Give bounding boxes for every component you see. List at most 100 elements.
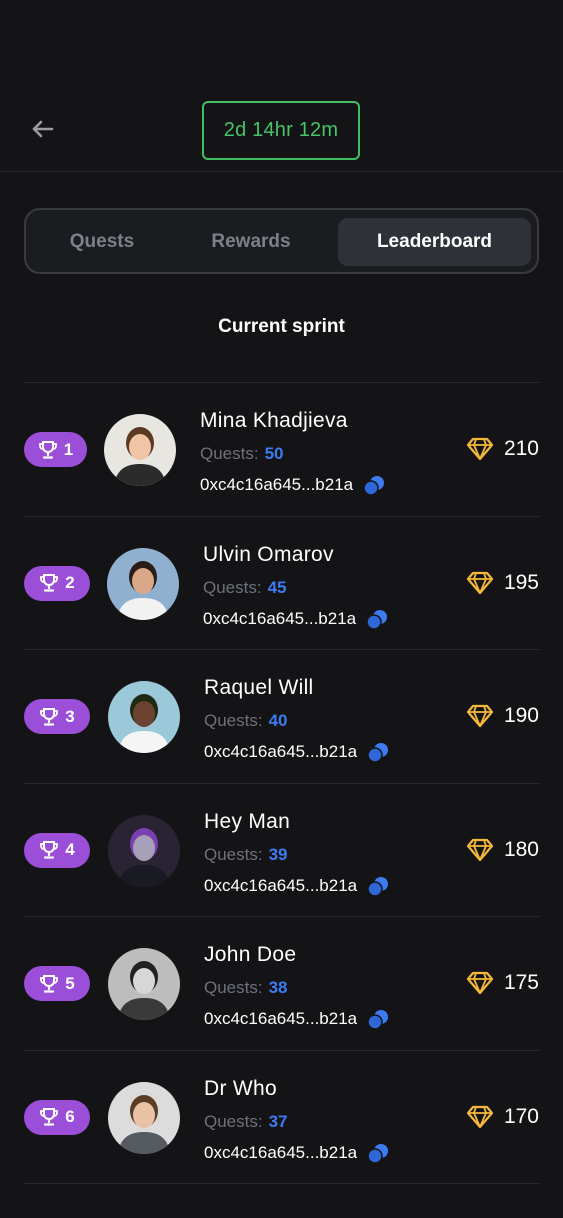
- score: 180: [466, 838, 539, 862]
- quests-label: Quests:: [204, 844, 263, 864]
- leaderboard-row[interactable]: 2 Ulvin Omarov Quests: 45 0xc4c16a645...b…: [24, 515, 539, 650]
- trophy-icon: [40, 1108, 59, 1127]
- top-bar: 2d 14hr 12m: [0, 0, 563, 172]
- token-icon[interactable]: [367, 1143, 389, 1163]
- trophy-icon: [40, 574, 59, 592]
- leaderboard-row[interactable]: 6 Dr Who Quests: 37 0xc4c16a645...b21a 1…: [24, 1049, 539, 1184]
- rank-number: 2: [65, 573, 75, 593]
- rank-number: 4: [65, 840, 75, 860]
- quests-count: Quests: 39: [204, 845, 288, 865]
- avatar: [107, 547, 179, 620]
- diamond-icon: [466, 437, 494, 461]
- quests-value: 39: [268, 844, 288, 864]
- back-button[interactable]: [28, 114, 56, 144]
- quests-value: 37: [268, 1111, 288, 1131]
- tab-bar: Quests Rewards Leaderboard: [24, 208, 539, 274]
- score-value: 175: [503, 971, 539, 995]
- quests-value: 45: [267, 577, 287, 597]
- token-icon[interactable]: [367, 742, 389, 763]
- score: 170: [466, 1105, 539, 1129]
- quests-label: Quests:: [204, 711, 263, 731]
- quests-value: 38: [268, 978, 288, 998]
- quests-label: Quests:: [203, 577, 262, 597]
- trophy-icon: [38, 440, 57, 459]
- wallet-address: 0xc4c16a645...b21a: [204, 876, 389, 896]
- score: 210: [466, 437, 539, 461]
- score: 190: [466, 704, 539, 728]
- wallet-text: 0xc4c16a645...b21a: [204, 1142, 358, 1162]
- avatar: [108, 681, 180, 754]
- quests-label: Quests:: [200, 444, 259, 463]
- wallet-address: 0xc4c16a645...b21a: [204, 742, 389, 763]
- wallet-text: 0xc4c16a645...b21a: [200, 475, 354, 494]
- wallet-address: 0xc4c16a645...b21a: [203, 609, 388, 629]
- player-name: Ulvin Omarov: [203, 542, 334, 566]
- diamond-icon: [466, 705, 494, 728]
- wallet-address: 0xc4c16a645...b21a: [200, 475, 385, 495]
- score-value: 210: [503, 437, 539, 460]
- avatar-image: [108, 1081, 180, 1154]
- token-icon[interactable]: [367, 1009, 389, 1030]
- rank-badge: 4: [24, 832, 90, 868]
- player-name: Mina Khadjieva: [200, 409, 348, 432]
- trophy-icon: [40, 707, 59, 726]
- quests-label: Quests:: [204, 1111, 263, 1131]
- avatar-image: [104, 414, 176, 486]
- avatar-image: [108, 948, 180, 1021]
- score-value: 170: [503, 1104, 539, 1128]
- wallet-text: 0xc4c16a645...b21a: [204, 742, 358, 762]
- rank-number: 3: [65, 706, 75, 726]
- avatar: [108, 814, 180, 887]
- token-icon[interactable]: [363, 475, 385, 495]
- avatar: [108, 948, 180, 1021]
- quests-count: Quests: 45: [203, 578, 287, 598]
- player-name: Hey Man: [204, 809, 291, 833]
- player-name: Raquel Will: [204, 676, 314, 700]
- diamond-icon: [466, 571, 494, 594]
- sprint-timer: 2d 14hr 12m: [202, 101, 360, 160]
- trophy-icon: [40, 974, 59, 993]
- score: 175: [466, 971, 539, 995]
- diamond-icon: [466, 972, 494, 995]
- leaderboard-row[interactable]: 3 Raquel Will Quests: 40 0xc4c16a645...b2…: [24, 649, 539, 783]
- trophy-icon: [40, 841, 59, 859]
- quests-count: Quests: 38: [204, 978, 288, 998]
- rank-number: 6: [65, 1107, 75, 1127]
- score-value: 190: [503, 704, 539, 728]
- wallet-address: 0xc4c16a645...b21a: [204, 1009, 389, 1030]
- quests-count: Quests: 40: [204, 711, 288, 731]
- leaderboard-row[interactable]: 5 John Doe Quests:38 0xc4c16a645...b21a: [24, 916, 539, 1050]
- avatar-image: [108, 814, 180, 887]
- avatar: [108, 1081, 180, 1154]
- score-value: 195: [503, 570, 539, 594]
- leaderboard-row[interactable]: 1 Mina Khadjieva Quests: 50 0xc4c16a645..…: [24, 382, 539, 516]
- quests-value: 50: [264, 444, 284, 463]
- score-value: 180: [503, 837, 539, 861]
- avatar: [104, 414, 176, 486]
- player-name: Dr Who: [204, 1076, 277, 1100]
- quests-value: 40: [268, 711, 288, 731]
- player-name: John Doe: [204, 943, 297, 967]
- rank-number: 1: [63, 439, 74, 459]
- section-title: Current sprint: [218, 316, 345, 337]
- rank-badge: 5: [24, 966, 90, 1002]
- rank-badge: 2: [24, 565, 90, 601]
- tab-leaderboard[interactable]: Leaderboard: [338, 218, 531, 266]
- diamond-icon: [466, 838, 494, 861]
- quests-count: Quests: 37: [204, 1112, 288, 1132]
- rank-number: 5: [65, 973, 75, 993]
- token-icon[interactable]: [366, 609, 388, 629]
- token-icon[interactable]: [367, 876, 389, 896]
- leaderboard-list: 1 Mina Khadjieva Quests: 50 0xc4c16a645..…: [24, 382, 539, 1184]
- quests-label: Quests:: [204, 978, 263, 998]
- wallet-text: 0xc4c16a645...b21a: [204, 875, 358, 895]
- leaderboard-row[interactable]: 4 Hey Man Quests:39 0xc4c16a645...b21a: [24, 782, 539, 917]
- tab-quests[interactable]: Quests: [32, 218, 172, 266]
- rank-badge: 3: [24, 699, 90, 735]
- tab-rewards[interactable]: Rewards: [176, 218, 326, 266]
- wallet-address: 0xc4c16a645...b21a: [204, 1143, 389, 1163]
- rank-badge: 1: [24, 432, 87, 467]
- quests-count: Quests: 50: [200, 444, 284, 464]
- diamond-icon: [466, 1105, 494, 1129]
- arrow-left-icon: [32, 120, 54, 138]
